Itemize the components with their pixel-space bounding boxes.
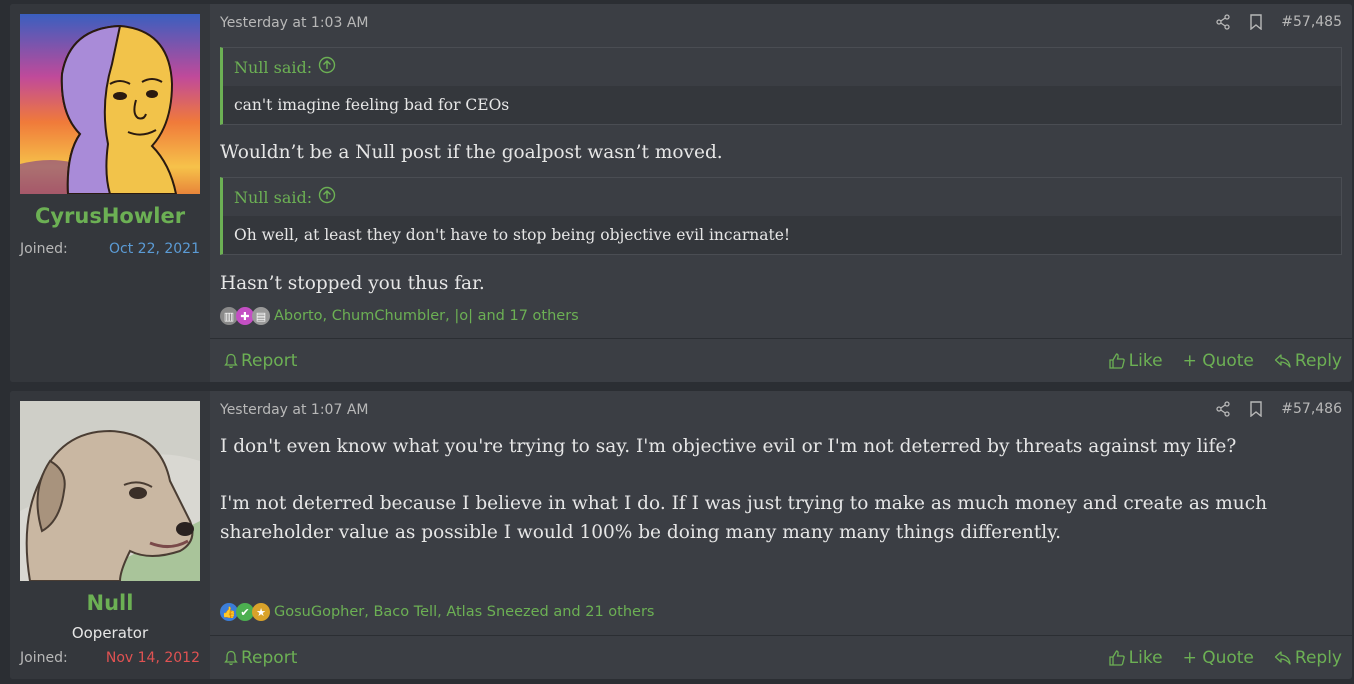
report-button[interactable]: Report [224,351,297,371]
report-button[interactable]: Report [224,648,297,668]
reply-arrow-icon [1274,650,1291,665]
reaction-icons: 👍 ✔ ★ [220,603,270,621]
quote-header[interactable]: Null said: [223,48,1341,86]
quote-header[interactable]: Null said: [223,178,1341,216]
message-paragraph: I'm not deterred because I believe in wh… [220,493,1268,543]
thumbs-up-icon [1109,352,1125,369]
post-57485: CyrusHowler Joined: Oct 22, 2021 Yesterd… [10,4,1352,382]
post-number[interactable]: #57,486 [1281,401,1342,417]
bell-icon [224,650,238,665]
like-label: Like [1128,647,1163,668]
joined-row: Joined: Oct 22, 2021 [20,241,200,257]
quote-author[interactable]: Null said: [234,188,312,207]
report-label: Report [241,647,298,668]
post-footer: Report Like + Quote Reply [210,338,1352,382]
post-content: Yesterday at 1:03 AM #57,485 Null said: … [210,4,1352,382]
reactions-text[interactable]: GosuGopher, Baco Tell, Atlas Sneezed and… [274,604,654,620]
username[interactable]: Null [10,591,210,615]
joined-label: Joined: [20,241,68,257]
like-label: Like [1128,350,1163,371]
post-footer: Report Like + Quote Reply [210,635,1352,679]
avatar[interactable] [20,401,200,581]
post-tools: #57,485 [1215,14,1342,30]
like-button[interactable]: Like [1108,351,1163,371]
post-57486: Null Ooperator Joined: Nov 14, 2012 Yest… [10,391,1352,679]
avatar[interactable] [20,14,200,194]
reply-label: Reply [1294,647,1342,668]
reply-label: Reply [1294,350,1342,371]
reply-arrow-icon [1274,353,1291,368]
reactions-text[interactable]: Aborto, ChumChumbler, |o| and 17 others [274,308,579,324]
report-label: Report [241,350,298,371]
like-button[interactable]: Like [1108,648,1163,668]
joined-row: Joined: Nov 14, 2012 [20,650,200,666]
reply-text: Wouldn’t be a Null post if the goalpost … [220,142,723,163]
reply-text: Hasn’t stopped you thus far. [220,273,485,294]
reply-button[interactable]: Reply [1274,648,1342,668]
user-info: Null Ooperator Joined: Nov 14, 2012 [10,391,210,679]
quote-block: Null said: can't imagine feeling bad for… [220,47,1342,125]
user-title: Ooperator [71,624,149,642]
joined-date: Oct 22, 2021 [109,241,200,257]
post-content: Yesterday at 1:07 AM #57,486 I don't eve… [210,391,1352,679]
arrow-up-circle-icon[interactable] [318,56,336,78]
quote-label: + Quote [1182,647,1254,668]
quote-block: Null said: Oh well, at least they don't … [220,177,1342,255]
message-paragraph: I don't even know what you're trying to … [220,436,1237,457]
reaction-icons: ▥ ✚ ▤ [220,307,270,325]
bookmark-icon[interactable] [1249,401,1263,417]
paper-icon: ▤ [252,307,270,325]
quote-author[interactable]: Null said: [234,58,312,77]
post-tools: #57,486 [1215,401,1342,417]
bell-icon [224,353,238,368]
username[interactable]: CyrusHowler [10,204,210,228]
joined-label: Joined: [20,650,68,666]
joined-date: Nov 14, 2012 [105,650,200,666]
post-number[interactable]: #57,485 [1281,14,1342,30]
reply-button[interactable]: Reply [1274,351,1342,371]
arrow-up-circle-icon[interactable] [318,186,336,208]
bookmark-icon[interactable] [1249,14,1263,30]
medal-icon: ★ [252,603,270,621]
quote-button[interactable]: + Quote [1183,648,1254,668]
user-info: CyrusHowler Joined: Oct 22, 2021 [10,4,210,382]
post-date[interactable]: Yesterday at 1:07 AM [220,402,368,418]
quote-label: + Quote [1182,350,1254,371]
quote-text: Oh well, at least they don't have to sto… [234,226,791,244]
share-icon[interactable] [1215,401,1231,417]
quote-text: can't imagine feeling bad for CEOs [234,96,510,114]
post-date[interactable]: Yesterday at 1:03 AM [220,15,368,31]
quote-button[interactable]: + Quote [1183,351,1254,371]
thumbs-up-icon [1109,649,1125,666]
share-icon[interactable] [1215,14,1231,30]
reactions-bar[interactable]: 👍 ✔ ★ GosuGopher, Baco Tell, Atlas Sneez… [220,603,654,621]
reactions-bar[interactable]: ▥ ✚ ▤ Aborto, ChumChumbler, |o| and 17 o… [220,307,579,325]
